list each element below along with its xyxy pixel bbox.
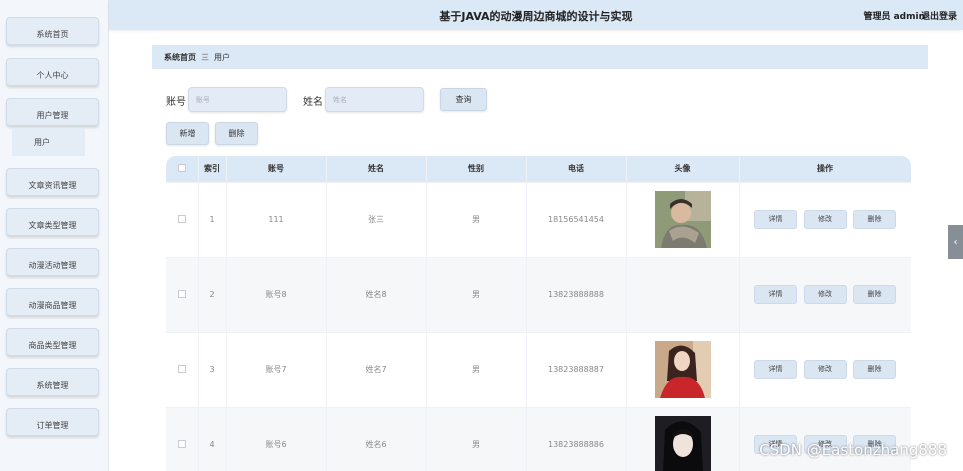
header-name: 姓名 <box>326 156 427 182</box>
sidebar-item-order-management[interactable]: 订单管理 <box>6 408 99 436</box>
header-account: 账号 <box>226 156 327 182</box>
cell-account: 账号7 <box>226 331 327 407</box>
avatar-photo-2 <box>654 341 711 398</box>
cell-phone: 13823888887 <box>526 331 627 407</box>
cell-phone: 18156541454 <box>526 181 627 257</box>
cell-name: 姓名8 <box>326 256 427 332</box>
header-phone: 电话 <box>526 156 627 182</box>
sidebar-item-user-management[interactable]: 用户管理 <box>6 98 99 126</box>
table-row: 2 账号8 姓名8 男 13823888888 详情 修改 删除 <box>166 256 911 332</box>
cell-account: 111 <box>226 181 327 257</box>
sidebar-item-article-management[interactable]: 文章资讯管理 <box>6 168 99 196</box>
cell-name: 张三 <box>326 181 427 257</box>
header-avatar: 头像 <box>626 156 740 182</box>
add-button[interactable]: 新增 <box>166 122 209 145</box>
delete-button[interactable]: 删除 <box>853 360 897 379</box>
sidebar-item-anime-activity-management[interactable]: 动漫活动管理 <box>6 248 99 276</box>
edit-button[interactable]: 修改 <box>803 285 847 304</box>
sidebar-item-anime-goods-management[interactable]: 动漫商品管理 <box>6 288 99 316</box>
breadcrumb-current: 用户 <box>214 52 230 62</box>
avatar-photo-1 <box>654 191 711 248</box>
detail-button[interactable]: 详情 <box>753 285 797 304</box>
table-header-row: 索引 账号 姓名 性别 电话 头像 操作 <box>166 156 911 182</box>
cell-avatar <box>626 256 740 332</box>
top-header: 基于JAVA的动漫周边商城的设计与实现 管理员 admin 退出登录 <box>109 0 963 30</box>
sidebar-item-article-type-management[interactable]: 文章类型管理 <box>6 208 99 236</box>
user-table: 索引 账号 姓名 性别 电话 头像 操作 1 111 张三 男 18156541… <box>166 156 911 471</box>
name-search-input[interactable] <box>325 87 424 112</box>
cell-gender: 男 <box>426 406 527 471</box>
cell-index: 3 <box>198 331 227 407</box>
watermark-text: CSDN @Eastonzhang888 <box>759 441 947 459</box>
name-label: 姓名 <box>303 97 323 108</box>
cell-actions: 详情 修改 删除 <box>739 256 911 332</box>
breadcrumb-separator: 三 <box>201 52 209 62</box>
cell-account: 账号6 <box>226 406 327 471</box>
logout-link[interactable]: 退出登录 <box>921 9 957 22</box>
header-select-all[interactable] <box>166 156 199 182</box>
cell-gender: 男 <box>426 181 527 257</box>
row-checkbox[interactable] <box>177 289 186 298</box>
page-title: 基于JAVA的动漫周边商城的设计与实现 <box>439 10 633 23</box>
row-checkbox[interactable] <box>177 214 186 223</box>
edit-button[interactable]: 修改 <box>803 210 847 229</box>
cell-phone: 13823888888 <box>526 256 627 332</box>
header-actions: 操作 <box>739 156 911 182</box>
cell-phone: 13823888886 <box>526 406 627 471</box>
cell-actions: 详情 修改 删除 <box>739 331 911 407</box>
sidebar-item-home[interactable]: 系统首页 <box>6 17 99 45</box>
edit-button[interactable]: 修改 <box>803 360 847 379</box>
cell-index: 1 <box>198 181 227 257</box>
breadcrumb-home[interactable]: 系统首页 <box>164 52 196 63</box>
sidebar: 系统首页 个人中心 用户管理 用户 文章资讯管理 文章类型管理 动漫活动管理 动… <box>0 0 109 471</box>
cell-name: 姓名6 <box>326 406 427 471</box>
detail-button[interactable]: 详情 <box>753 210 797 229</box>
cell-actions: 详情 修改 删除 <box>739 406 911 471</box>
account-label: 账号 <box>166 97 186 108</box>
sidebar-subitem-user[interactable]: 用户 <box>12 128 85 156</box>
cell-actions: 详情 修改 删除 <box>739 181 911 257</box>
sidebar-item-system-management[interactable]: 系统管理 <box>6 368 99 396</box>
table-row: 3 账号7 姓名7 男 13823888887 详情 修改 删除 <box>166 331 911 407</box>
cell-gender: 男 <box>426 331 527 407</box>
cell-name: 姓名7 <box>326 331 427 407</box>
header-index: 索引 <box>198 156 227 182</box>
delete-button[interactable]: 删除 <box>853 285 897 304</box>
table-row: 4 账号6 姓名6 男 13823888886 详情 修改 删除 <box>166 406 911 471</box>
cell-index: 4 <box>198 406 227 471</box>
row-checkbox[interactable] <box>177 364 186 373</box>
sidebar-item-goods-type-management[interactable]: 商品类型管理 <box>6 328 99 356</box>
collapse-arrow-icon[interactable]: ‹ <box>948 225 963 259</box>
select-all-checkbox[interactable] <box>177 163 186 172</box>
breadcrumb: 系统首页 三 用户 <box>152 45 928 69</box>
cell-gender: 男 <box>426 256 527 332</box>
cell-avatar <box>626 181 740 257</box>
account-search-input[interactable] <box>188 87 287 112</box>
row-checkbox[interactable] <box>177 439 186 448</box>
cell-avatar <box>626 331 740 407</box>
sidebar-item-profile[interactable]: 个人中心 <box>6 58 99 86</box>
table-row: 1 111 张三 男 18156541454 详情 修改 删除 <box>166 181 911 257</box>
cell-index: 2 <box>198 256 227 332</box>
delete-button[interactable]: 删除 <box>853 210 897 229</box>
avatar-photo-3 <box>654 416 711 471</box>
cell-account: 账号8 <box>226 256 327 332</box>
cell-avatar <box>626 406 740 471</box>
detail-button[interactable]: 详情 <box>753 360 797 379</box>
query-button[interactable]: 查询 <box>440 88 487 111</box>
header-gender: 性别 <box>426 156 527 182</box>
current-user: 管理员 admin <box>863 12 925 22</box>
batch-delete-button[interactable]: 删除 <box>215 122 258 145</box>
